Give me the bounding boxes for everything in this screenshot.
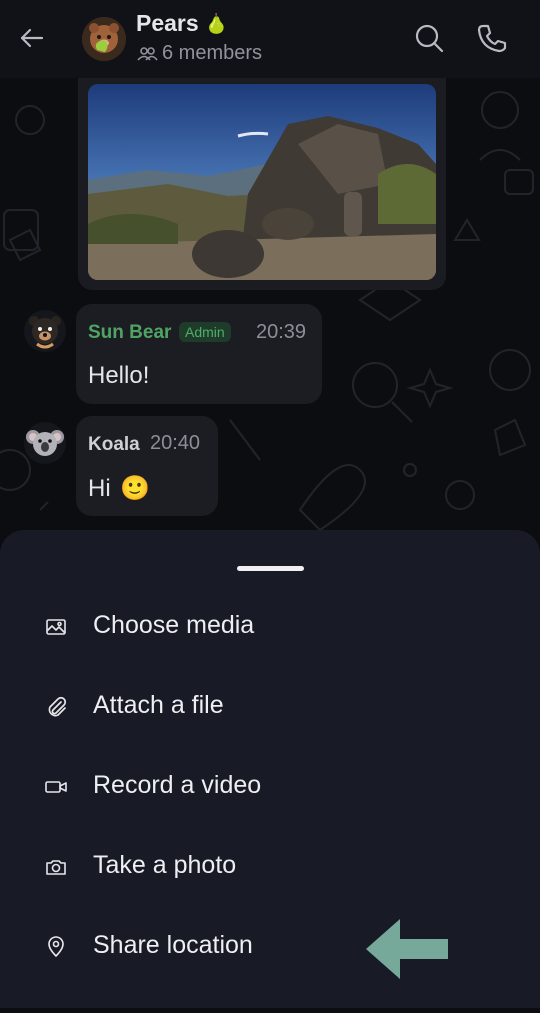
admin-badge: Admin bbox=[179, 322, 231, 342]
chat-title-text: Pears bbox=[136, 10, 199, 36]
group-avatar[interactable] bbox=[82, 17, 126, 61]
message-photo[interactable] bbox=[88, 84, 436, 280]
phone-icon[interactable] bbox=[476, 22, 508, 54]
members-count[interactable]: 6 members bbox=[136, 42, 262, 65]
pear-emoji: 🍐 bbox=[204, 13, 229, 35]
message-text: Hello! bbox=[88, 362, 150, 389]
menu-item-label: Record a video bbox=[93, 771, 262, 799]
image-icon bbox=[44, 615, 68, 639]
message-time: 20:39 bbox=[256, 321, 307, 343]
back-arrow-icon[interactable] bbox=[14, 20, 50, 56]
menu-item-label: Choose media bbox=[93, 611, 255, 639]
sheet-drag-handle[interactable] bbox=[237, 566, 304, 571]
menu-item-label: Attach a file bbox=[93, 691, 224, 719]
sender-name: Sun Bear bbox=[88, 322, 172, 343]
message-time: 20:40 bbox=[150, 432, 201, 454]
pointer-arrow-icon bbox=[366, 917, 448, 981]
search-icon[interactable] bbox=[413, 22, 445, 54]
menu-item-attach-file[interactable]: Attach a file bbox=[0, 677, 540, 737]
menu-item-take-photo[interactable]: Take a photo bbox=[0, 837, 540, 897]
paperclip-icon bbox=[44, 695, 68, 719]
sender-name: Koala bbox=[88, 434, 140, 455]
video-camera-icon bbox=[44, 775, 68, 799]
menu-item-share-location[interactable]: Share location bbox=[0, 917, 540, 977]
menu-item-record-video[interactable]: Record a video bbox=[0, 757, 540, 817]
menu-item-label: Take a photo bbox=[93, 851, 237, 879]
location-pin-icon bbox=[44, 935, 68, 959]
image-message bbox=[78, 70, 446, 290]
koala-avatar[interactable] bbox=[24, 422, 66, 464]
chat-header: Pears 🍐 6 members bbox=[0, 0, 540, 78]
members-label: 6 members bbox=[162, 42, 263, 64]
smile-emoji: 🙂 bbox=[120, 475, 150, 502]
members-icon bbox=[137, 46, 158, 61]
menu-item-choose-media[interactable]: Choose media bbox=[0, 597, 540, 657]
message-text: Hi bbox=[88, 475, 111, 502]
chat-title[interactable]: Pears 🍐 bbox=[136, 10, 228, 37]
camera-icon bbox=[44, 855, 68, 879]
menu-item-label: Share location bbox=[93, 931, 253, 959]
message-bubble-koala[interactable]: Koala 20:40 Hi 🙂 bbox=[76, 416, 218, 516]
message-bubble-sunbear[interactable]: Sun Bear Admin 20:39 Hello! bbox=[76, 304, 322, 404]
sun-bear-avatar[interactable] bbox=[24, 310, 66, 352]
attach-bottom-sheet: Choose media Attach a file Record a vide… bbox=[0, 530, 540, 1008]
